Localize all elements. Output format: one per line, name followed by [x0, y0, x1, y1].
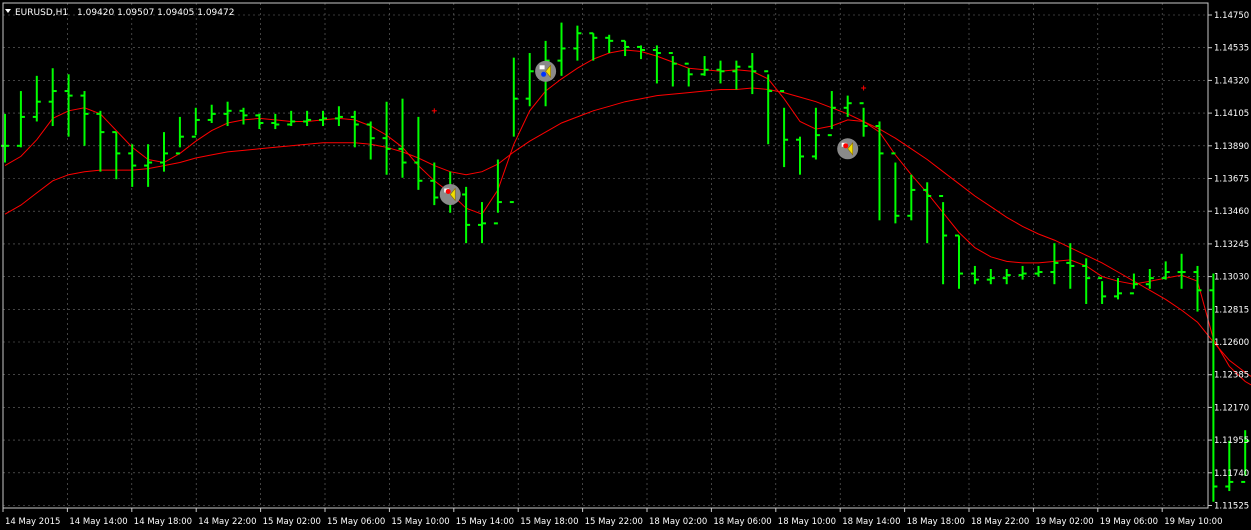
- chart-symbol: EURUSD,H1: [15, 8, 68, 18]
- marker-dot: [541, 71, 547, 77]
- time-tick-label: 18 May 18:00: [907, 517, 965, 527]
- plot-border: [2, 2, 1209, 509]
- price-tick-label: 1.14105: [1214, 109, 1249, 119]
- moving-averages: [4, 49, 1251, 386]
- price-tick-label: 1.13460: [1214, 207, 1249, 217]
- marker-dot: [445, 189, 451, 194]
- time-tick-label: 15 May 22:00: [585, 517, 643, 527]
- price-tick-label: 1.13245: [1214, 240, 1249, 250]
- price-tick-label: 1.14535: [1214, 44, 1249, 54]
- chart-header: EURUSD,H1 1.09420 1.09507 1.09405 1.0947…: [5, 8, 234, 18]
- time-tick-label: 14 May 22:00: [198, 517, 256, 527]
- sell-arrow-icon: [837, 138, 859, 160]
- time-tick-label: 19 May 02:00: [1035, 517, 1093, 527]
- price-tick-label: 1.12385: [1214, 371, 1249, 381]
- buy-arrow-icon: [535, 60, 557, 82]
- time-tick-label: 15 May 10:00: [391, 517, 449, 527]
- time-tick-label: 15 May 18:00: [520, 517, 578, 527]
- marker-note: [539, 65, 545, 70]
- time-tick-label: 14 May 14:00: [69, 517, 127, 527]
- time-tick-label: 19 May 10:00: [1164, 517, 1222, 527]
- price-tick-label: 1.11525: [1214, 502, 1249, 512]
- price-tick-label: 1.13890: [1214, 142, 1249, 152]
- ma-line-slow-ma: [4, 87, 1251, 377]
- time-tick-label: 18 May 22:00: [971, 517, 1029, 527]
- ohlc-bars: [1, 22, 1250, 502]
- time-tick-label: 14 May 2015: [5, 517, 60, 527]
- time-tick-label: 19 May 06:00: [1100, 517, 1158, 527]
- price-tick-label: 1.13675: [1214, 175, 1249, 185]
- price-tick-label: 1.12600: [1214, 338, 1249, 348]
- price-tick-label: 1.14750: [1214, 11, 1249, 21]
- time-tick-label: 14 May 18:00: [134, 517, 192, 527]
- time-axis[interactable]: 14 May 2015 14 May 14:00 14 May 18:00 14 Ma…: [2, 508, 1222, 527]
- price-tick-label: 1.14320: [1214, 76, 1249, 86]
- chart-quote: 1.09420 1.09507 1.09405 1.09472: [77, 8, 234, 18]
- price-chart[interactable]: 1.14750 1.14535 1.14320 1.14105 1.13890 1.136…: [0, 0, 1251, 530]
- chart-grid: [2, 3, 1208, 508]
- price-tick-label: 1.11740: [1214, 469, 1249, 479]
- time-tick-label: 15 May 02:00: [263, 517, 321, 527]
- dropdown-triangle-icon[interactable]: [5, 9, 11, 13]
- time-tick-label: 18 May 14:00: [842, 517, 900, 527]
- time-tick-label: 15 May 14:00: [456, 517, 514, 527]
- time-tick-label: 15 May 06:00: [327, 517, 385, 527]
- price-axis[interactable]: 1.14750 1.14535 1.14320 1.14105 1.13890 1.136…: [1208, 11, 1249, 512]
- price-tick-label: 1.13030: [1214, 273, 1249, 283]
- price-tick-label: 1.12170: [1214, 403, 1249, 413]
- time-tick-label: 18 May 02:00: [649, 517, 707, 527]
- price-tick-label: 1.11955: [1214, 436, 1249, 446]
- marker-dot: [843, 143, 849, 149]
- time-tick-label: 18 May 06:00: [713, 517, 771, 527]
- sell-arrow-icon: [439, 184, 461, 205]
- time-tick-label: 18 May 10:00: [778, 517, 836, 527]
- price-tick-label: 1.12815: [1214, 305, 1249, 315]
- chart-frame: [2, 2, 1209, 509]
